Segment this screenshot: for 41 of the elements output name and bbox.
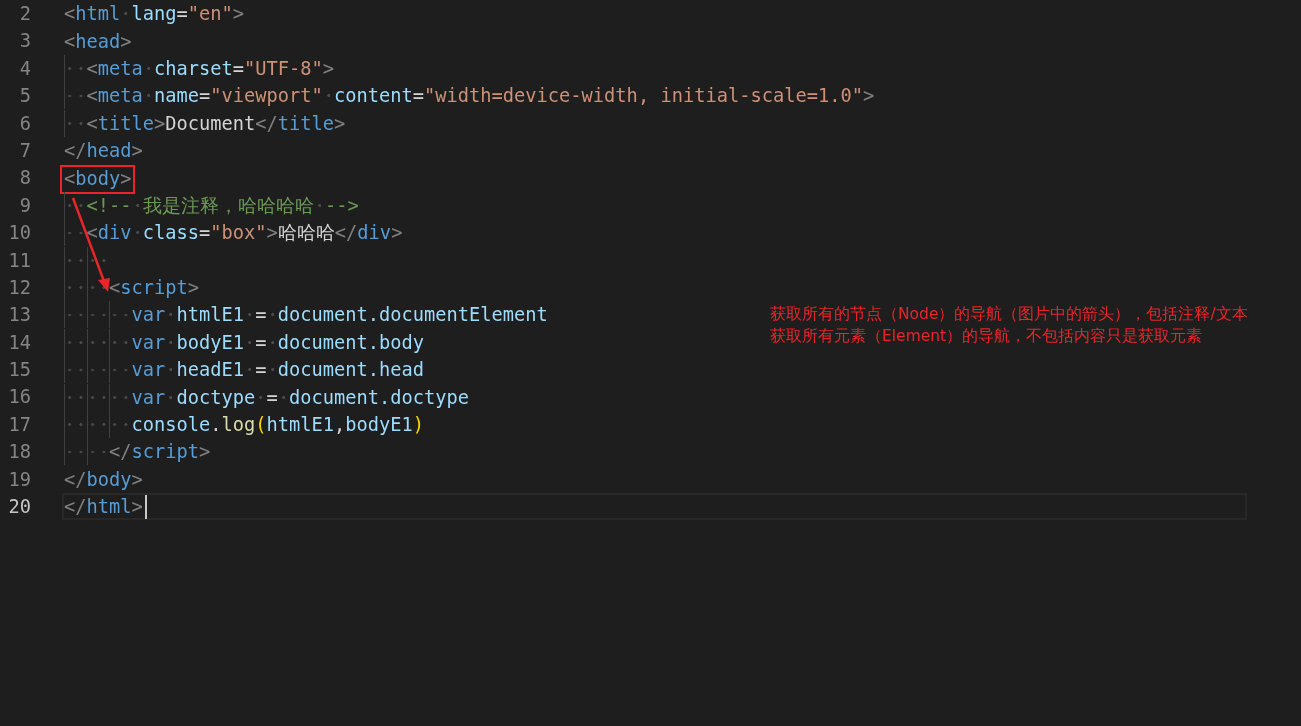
code-line: <!-- 我是注释，哈哈哈哈 --> <box>64 193 359 217</box>
line-number: 6 <box>18 111 31 136</box>
code-line: <title>Document</title> <box>64 111 346 135</box>
code-line: var doctype = document.doctype <box>64 385 470 409</box>
line-number: 15 <box>7 358 31 383</box>
line-number: 16 <box>7 385 31 410</box>
line-number: 3 <box>18 29 31 54</box>
line-number: 10 <box>7 221 31 246</box>
code-line: </body> <box>64 467 143 491</box>
line-number: 5 <box>18 84 31 109</box>
code-line: </script> <box>64 440 211 464</box>
line-number: 4 <box>18 56 31 81</box>
code-line: console.log(htmlE1,bodyE1) <box>64 413 425 437</box>
text-cursor <box>144 494 147 519</box>
code-line: </html> <box>64 495 143 519</box>
code-line: var htmlE1 = document.documentElement <box>64 303 548 327</box>
code-line: <head> <box>64 29 132 53</box>
line-number: 17 <box>7 412 31 437</box>
code-line: </head> <box>64 139 143 163</box>
annotation-text: 获取所有元素（Element）的导航，不包括内容只是获取元素 <box>770 326 1204 347</box>
line-number: 18 <box>7 440 31 465</box>
line-number: 11 <box>7 248 31 273</box>
code-line: <meta charset="UTF-8"> <box>64 56 335 80</box>
line-number: 19 <box>7 467 31 492</box>
code-line: <html lang="en"> <box>64 2 245 26</box>
code-line: <div class="box">哈哈哈</div> <box>64 221 403 245</box>
line-number: 7 <box>18 138 31 163</box>
code-line: var headE1 = document.head <box>64 358 425 382</box>
line-number: 9 <box>18 193 31 218</box>
line-number: 20 <box>7 495 31 520</box>
code-line: <script> <box>64 276 200 300</box>
code-line <box>64 248 109 272</box>
line-number: 8 <box>18 166 31 191</box>
code-line: <meta name="viewport" content="width=device-width, initial-scale=1.0"> <box>64 84 875 108</box>
line-number: 2 <box>18 2 31 26</box>
code-line: var bodyE1 = document.body <box>64 330 425 354</box>
line-number: 12 <box>7 275 31 300</box>
annotation-text: 获取所有的节点（Node）的导航（图片中的箭头），包括注释/文本 <box>770 304 1248 325</box>
line-number: 13 <box>7 303 31 328</box>
line-number: 14 <box>7 330 31 355</box>
code-line: <body> <box>64 166 132 190</box>
